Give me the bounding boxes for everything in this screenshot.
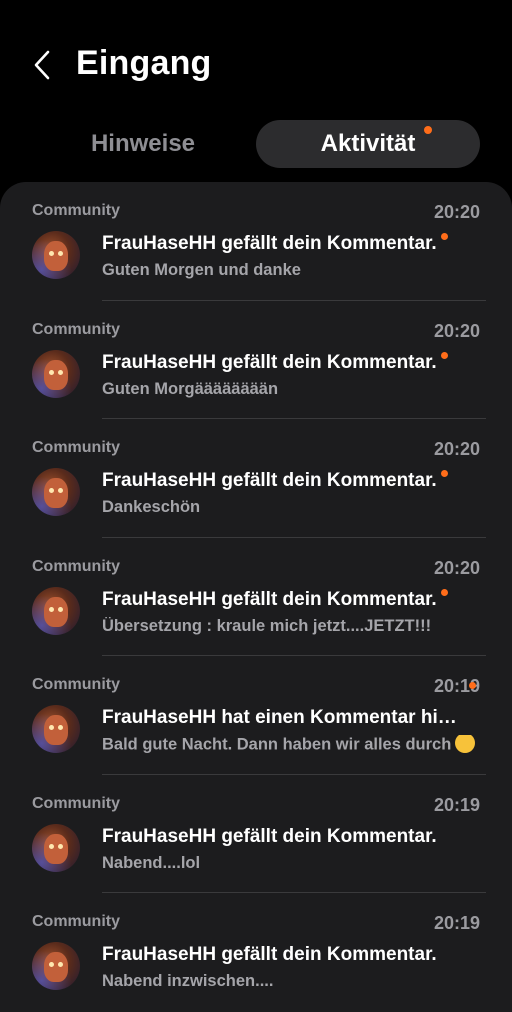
unread-dot xyxy=(441,351,448,359)
tab-bar: Hinweise Aktivität xyxy=(30,120,482,168)
notification-time: 20:20 xyxy=(433,439,480,459)
list-item[interactable]: Community 20:20 FrauHaseHH gefällt dein … xyxy=(0,301,512,419)
unread-dot xyxy=(441,470,448,477)
avatar[interactable] xyxy=(32,705,80,753)
notification-title: FrauHaseHH gefällt dein Kommentar. xyxy=(102,233,437,254)
avatar[interactable] xyxy=(32,468,80,516)
avatar[interactable] xyxy=(32,586,80,635)
notification-title: FrauHaseHH gefällt dein Kommentar. xyxy=(102,825,437,847)
notification-source: Community xyxy=(32,320,120,338)
notification-time: 20:19 xyxy=(433,913,480,933)
notification-subtitle: Guten Morgen und danke xyxy=(102,261,301,279)
notification-source: Community xyxy=(32,557,120,575)
notification-title: FrauHaseHH gefällt dein Kommentar. xyxy=(102,351,437,373)
notification-subtitle: Guten Morgääääääään xyxy=(102,379,279,398)
back-button[interactable] xyxy=(26,46,58,84)
chevron-left-icon xyxy=(34,50,50,80)
notification-subtitle: Übersetzung : kraule mich jetzt....JETZT… xyxy=(102,616,432,635)
list-item[interactable]: Community 20:19 FrauHaseHH hat einen Kom… xyxy=(0,656,512,775)
notification-source: Community xyxy=(32,913,120,930)
tab-hinweise[interactable]: Hinweise xyxy=(30,120,256,168)
notification-source: Community xyxy=(32,794,120,812)
app-header: Eingang xyxy=(0,0,512,112)
avatar[interactable] xyxy=(32,942,80,990)
notification-title: FrauHaseHH gefällt dein Kommentar. xyxy=(102,588,437,610)
unread-dot xyxy=(441,233,448,240)
notification-source: Community xyxy=(32,202,120,219)
avatar[interactable] xyxy=(32,231,80,279)
notification-source: Community xyxy=(32,676,120,693)
unread-dot xyxy=(469,682,476,689)
notification-subtitle: Bald gute Nacht. Dann haben wir alles du… xyxy=(102,735,482,755)
notification-time: 20:20 xyxy=(433,202,480,222)
list-item[interactable]: Community 20:20 FrauHaseHH gefällt dein … xyxy=(0,538,512,656)
avatar[interactable] xyxy=(32,823,80,872)
notification-title: FrauHaseHH gefällt dein Kommentar. xyxy=(102,470,437,491)
subtitle-text: Bald gute Nacht. Dann haben wir alles du… xyxy=(102,735,452,754)
winking-face-emoji-icon xyxy=(455,735,476,753)
tab-label: Aktivität xyxy=(320,130,416,157)
unread-badge xyxy=(424,126,432,134)
list-item[interactable]: Community 20:20 FrauHaseHH gefällt dein … xyxy=(0,182,512,301)
notification-title: FrauHaseHH hat einen Kommentar hin... xyxy=(102,707,462,728)
avatar[interactable] xyxy=(32,349,80,398)
page-title: Eingang xyxy=(76,44,212,82)
notification-subtitle: Nabend....lol xyxy=(102,853,201,872)
list-item[interactable]: Community 20:19 FrauHaseHH gefällt dein … xyxy=(0,893,512,1012)
notification-title: FrauHaseHH gefällt dein Kommentar. xyxy=(102,944,437,965)
notification-time: 20:20 xyxy=(433,557,480,578)
tab-aktivitaet[interactable]: Aktivität xyxy=(256,120,480,168)
notification-source: Community xyxy=(32,439,120,456)
unread-dot xyxy=(441,588,448,596)
notification-list[interactable]: Community 20:20 FrauHaseHH gefällt dein … xyxy=(0,182,512,1012)
notification-subtitle: Dankeschön xyxy=(102,498,201,516)
notification-time: 20:20 xyxy=(433,320,480,341)
list-item[interactable]: Community 20:20 FrauHaseHH gefällt dein … xyxy=(0,419,512,538)
notification-time: 20:19 xyxy=(433,794,480,815)
list-item[interactable]: Community 20:19 FrauHaseHH gefällt dein … xyxy=(0,775,512,893)
notification-subtitle: Nabend inzwischen.... xyxy=(102,972,274,990)
